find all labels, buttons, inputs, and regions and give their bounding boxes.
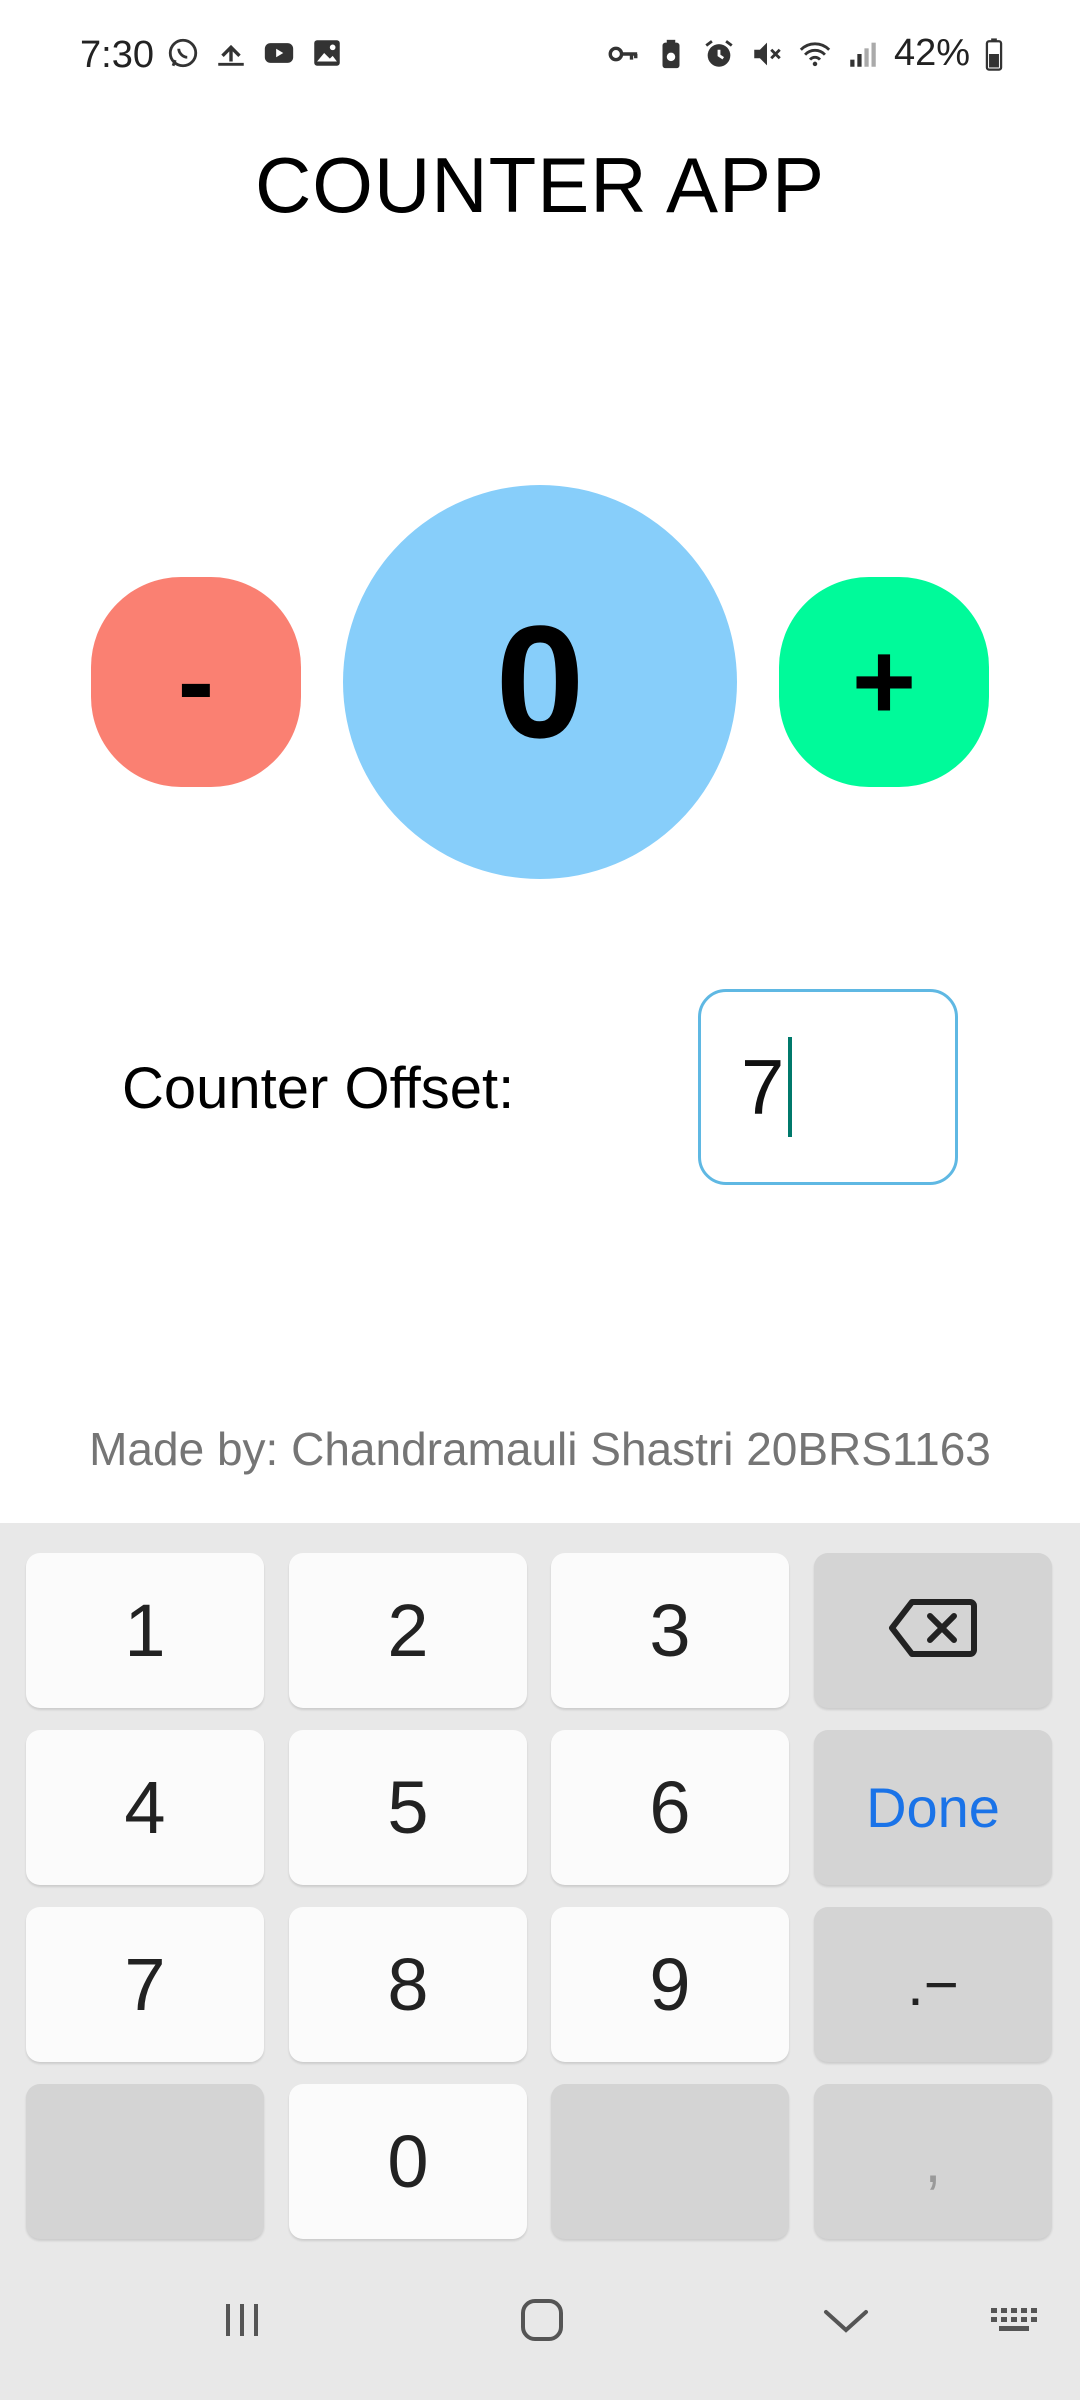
battery-icon — [984, 37, 1004, 71]
status-right: 42% — [606, 32, 1004, 75]
blank-key-left — [26, 2084, 264, 2239]
chevron-down-icon — [822, 2304, 870, 2336]
gallery-icon — [310, 36, 344, 70]
transfer-icon — [214, 36, 248, 70]
symbols-key-label: .− — [907, 1951, 959, 2018]
key-3-label: 3 — [649, 1589, 691, 1672]
key-2-label: 2 — [387, 1589, 429, 1672]
key-9-label: 9 — [649, 1943, 691, 2026]
status-bar: 7:30 42% — [0, 0, 1080, 110]
page-title: COUNTER APP — [254, 141, 826, 229]
key-7[interactable]: 7 — [26, 1907, 264, 2062]
wifi-icon — [798, 37, 832, 71]
decrement-button[interactable]: - — [91, 577, 301, 787]
comma-key[interactable]: , — [814, 2084, 1052, 2239]
key-5[interactable]: 5 — [289, 1730, 527, 1885]
key-4[interactable]: 4 — [26, 1730, 264, 1885]
key-6[interactable]: 6 — [551, 1730, 789, 1885]
home-button[interactable] — [502, 2290, 582, 2350]
key-1-label: 1 — [124, 1589, 166, 1672]
offset-input[interactable]: 7 — [698, 989, 958, 1185]
comma-key-label: , — [924, 2128, 942, 2195]
key-0[interactable]: 0 — [289, 2084, 527, 2239]
increment-button[interactable]: + — [779, 577, 989, 787]
battery-saver-icon — [654, 37, 688, 71]
key-1[interactable]: 1 — [26, 1553, 264, 1708]
numeric-keyboard: 1 2 3 4 5 6 Done 7 8 9 .− 0 , — [0, 1523, 1080, 2400]
text-cursor — [788, 1037, 793, 1137]
youtube-icon — [262, 36, 296, 70]
key-4-label: 4 — [124, 1766, 166, 1849]
battery-percent: 42% — [893, 32, 970, 74]
recents-icon — [220, 2298, 264, 2342]
recents-button[interactable] — [202, 2290, 282, 2350]
key-2[interactable]: 2 — [289, 1553, 527, 1708]
back-button[interactable] — [806, 2290, 886, 2350]
decrement-label: - — [177, 620, 215, 743]
key-6-label: 6 — [649, 1766, 691, 1849]
signal-icon — [846, 37, 880, 71]
key-9[interactable]: 9 — [551, 1907, 789, 2062]
counter-display: 0 — [343, 485, 737, 879]
key-8[interactable]: 8 — [289, 1907, 527, 2062]
done-key[interactable]: Done — [814, 1730, 1052, 1885]
symbols-key[interactable]: .− — [814, 1907, 1052, 2062]
mute-icon — [750, 37, 784, 71]
key-0-label: 0 — [387, 2120, 429, 2203]
offset-label: Counter Offset: — [122, 1056, 515, 1121]
key-7-label: 7 — [124, 1943, 166, 2026]
backspace-key[interactable] — [814, 1553, 1052, 1708]
vpn-key-icon — [606, 37, 640, 71]
key-3[interactable]: 3 — [551, 1553, 789, 1708]
alarm-icon — [702, 37, 736, 71]
made-by-text: Made by: Chandramauli Shastri 20BRS1163 — [89, 1423, 991, 1475]
keyboard-switch-button[interactable] — [977, 2290, 1057, 2350]
status-left-icons — [166, 36, 344, 70]
blank-key-right — [551, 2084, 789, 2239]
counter-value: 0 — [495, 592, 585, 771]
keyboard-switch-icon — [989, 2304, 1045, 2336]
increment-label: + — [851, 620, 917, 743]
whatsapp-icon — [166, 36, 200, 70]
key-8-label: 8 — [387, 1943, 429, 2026]
done-key-label: Done — [866, 1776, 1000, 1839]
home-icon — [518, 2296, 566, 2344]
backspace-icon — [888, 1596, 978, 1665]
status-time: 7:30 — [80, 34, 154, 76]
offset-value: 7 — [741, 1042, 785, 1131]
key-5-label: 5 — [387, 1766, 429, 1849]
